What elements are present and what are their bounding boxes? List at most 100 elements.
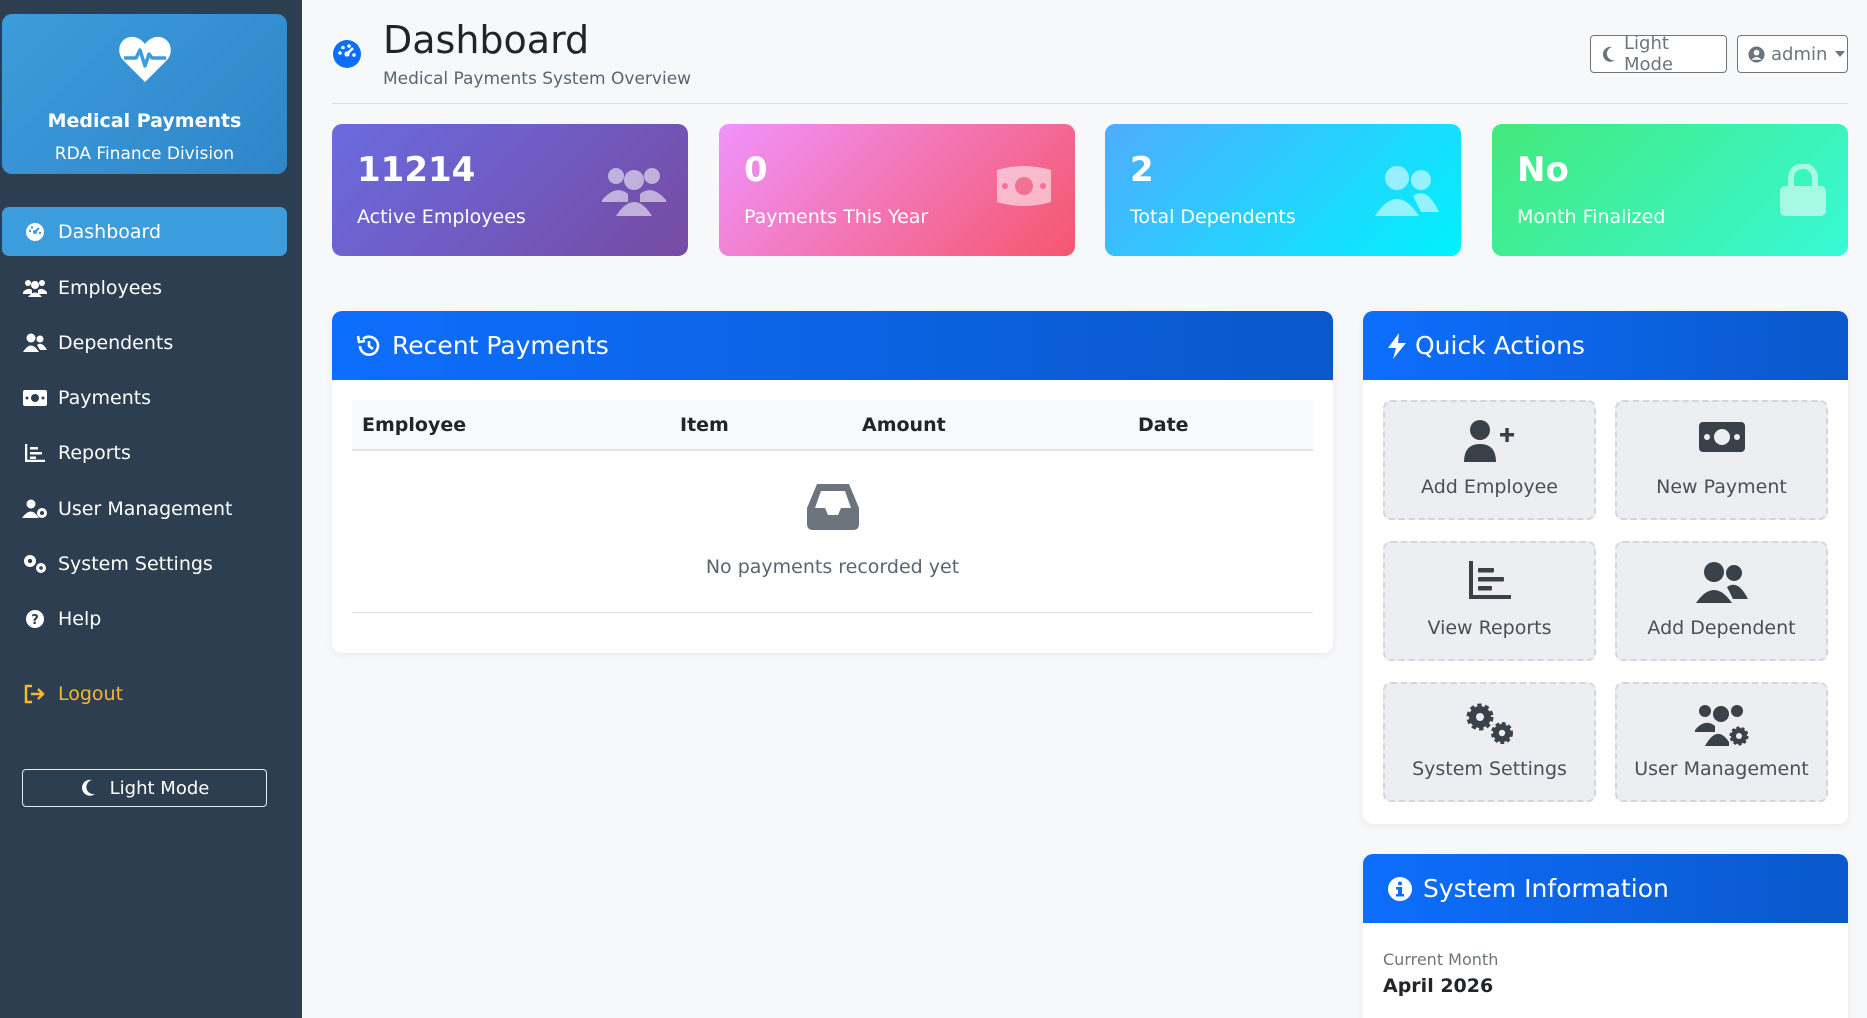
users-gear-icon: [1617, 702, 1826, 746]
stat-label: Total Dependents: [1130, 206, 1296, 228]
stat-card-month-finalized: No Month Finalized: [1492, 124, 1848, 256]
sidebar-item-label: Payments: [58, 386, 152, 409]
sidebar-item-employees[interactable]: Employees: [2, 263, 287, 312]
payments-table-header: Employee Item Amount Date: [352, 400, 1313, 451]
recent-payments-title: Recent Payments: [392, 331, 609, 360]
recent-payments-panel: Recent Payments Employee Item Amount Dat…: [332, 311, 1333, 653]
money-bill-icon: [22, 387, 48, 409]
lock-icon: [1780, 164, 1826, 216]
column-header-date[interactable]: Date: [1138, 414, 1189, 436]
user-plus-icon: [1385, 420, 1594, 462]
new-payment-button[interactable]: New Payment: [1615, 400, 1828, 520]
sidebar-item-label: Employees: [58, 276, 162, 299]
quick-action-label: New Payment: [1656, 476, 1787, 498]
current-month-value: April 2026: [1383, 975, 1494, 997]
heart-pulse-icon: [118, 34, 172, 84]
stat-value: 11214: [357, 150, 476, 190]
gears-icon: [1385, 702, 1594, 746]
light-mode-label: Light Mode: [109, 777, 210, 799]
gears-icon: [22, 553, 48, 575]
quick-action-label: Add Dependent: [1647, 617, 1796, 639]
quick-action-label: Add Employee: [1421, 476, 1558, 498]
logout-label: Logout: [58, 682, 124, 705]
system-information-title: System Information: [1423, 874, 1669, 903]
system-information-header: System Information: [1363, 854, 1848, 923]
question-circle-icon: ?: [22, 608, 48, 630]
sidebar-item-label: Reports: [58, 441, 131, 464]
quick-actions-panel: Quick Actions Add Employee New Payment V…: [1363, 311, 1848, 824]
light-mode-label: Light Mode: [1624, 33, 1674, 75]
moon-icon: [1601, 46, 1616, 63]
sidebar-item-label: Dashboard: [58, 220, 162, 243]
header-divider: [332, 103, 1848, 104]
quick-action-label: User Management: [1634, 758, 1809, 780]
sidebar-item-label: System Settings: [58, 552, 213, 575]
table-divider: [352, 612, 1313, 613]
user-group-icon: [22, 332, 48, 354]
user-management-button[interactable]: User Management: [1615, 682, 1828, 802]
history-icon: [356, 333, 382, 359]
column-header-item[interactable]: Item: [680, 414, 729, 436]
quick-actions-title: Quick Actions: [1415, 331, 1585, 360]
chevron-down-icon: [1835, 51, 1846, 57]
stat-label: Active Employees: [357, 206, 526, 228]
user-group-icon: [1617, 561, 1826, 603]
quick-action-label: System Settings: [1412, 758, 1567, 780]
sign-out-icon: [22, 683, 48, 705]
user-gear-icon: [22, 498, 48, 520]
brand-title: Medical Payments: [47, 110, 242, 132]
sidebar-light-mode-button[interactable]: Light Mode: [22, 769, 267, 807]
user-group-icon: [1375, 164, 1439, 216]
sidebar-item-payments[interactable]: Payments: [2, 373, 287, 422]
page-title: Dashboard: [383, 18, 590, 62]
stat-value: 2: [1130, 150, 1154, 190]
user-menu-dropdown[interactable]: admin: [1737, 35, 1848, 73]
money-bill-icon: [995, 164, 1053, 208]
stat-label: Payments This Year: [744, 206, 929, 228]
sidebar-item-label: User Management: [58, 497, 233, 520]
sidebar-item-label: Help: [58, 607, 102, 630]
sidebar-item-user-management[interactable]: User Management: [2, 484, 287, 533]
sidebar-item-help[interactable]: ? Help: [2, 594, 287, 643]
user-circle-icon: [1748, 45, 1765, 63]
stat-label: Month Finalized: [1517, 206, 1666, 228]
gauge-icon: [332, 39, 362, 69]
inbox-icon: [807, 484, 859, 530]
light-mode-button[interactable]: Light Mode: [1590, 33, 1727, 75]
users-icon: [22, 277, 48, 299]
users-icon: [602, 164, 666, 216]
column-header-employee[interactable]: Employee: [362, 414, 466, 436]
stat-card-total-dependents: 2 Total Dependents: [1105, 124, 1461, 256]
sidebar-item-dashboard[interactable]: Dashboard: [2, 207, 287, 256]
bar-chart-icon: [22, 442, 48, 464]
add-dependent-button[interactable]: Add Dependent: [1615, 541, 1828, 661]
stat-value: 0: [744, 150, 768, 190]
quick-action-label: View Reports: [1427, 617, 1552, 639]
sidebar-item-dependents[interactable]: Dependents: [2, 318, 287, 367]
logout-link[interactable]: Logout: [2, 669, 287, 718]
sidebar-item-reports[interactable]: Reports: [2, 428, 287, 477]
sidebar-item-label: Dependents: [58, 331, 174, 354]
svg-text:?: ?: [31, 613, 39, 628]
system-settings-button[interactable]: System Settings: [1383, 682, 1596, 802]
system-information-panel: System Information Current Month April 2…: [1363, 854, 1848, 1018]
user-menu-label: admin: [1771, 43, 1828, 65]
current-month-label: Current Month: [1383, 950, 1499, 969]
column-header-amount[interactable]: Amount: [862, 414, 946, 436]
quick-actions-header: Quick Actions: [1363, 311, 1848, 380]
gauge-icon: [22, 221, 48, 243]
moon-icon: [80, 779, 96, 797]
add-employee-button[interactable]: Add Employee: [1383, 400, 1596, 520]
stat-card-payments-this-year: 0 Payments This Year: [719, 124, 1075, 256]
stat-card-active-employees: 11214 Active Employees: [332, 124, 688, 256]
brand-subtitle: RDA Finance Division: [54, 144, 235, 164]
view-reports-button[interactable]: View Reports: [1383, 541, 1596, 661]
money-bill-icon: [1617, 420, 1826, 454]
info-circle-icon: [1387, 876, 1413, 902]
brand-card: Medical Payments RDA Finance Division: [2, 14, 287, 174]
bar-chart-icon: [1385, 561, 1594, 599]
page-subtitle: Medical Payments System Overview: [383, 69, 692, 89]
sidebar: Medical Payments RDA Finance Division Da…: [0, 0, 302, 1018]
sidebar-item-system-settings[interactable]: System Settings: [2, 539, 287, 588]
bolt-icon: [1387, 332, 1407, 359]
